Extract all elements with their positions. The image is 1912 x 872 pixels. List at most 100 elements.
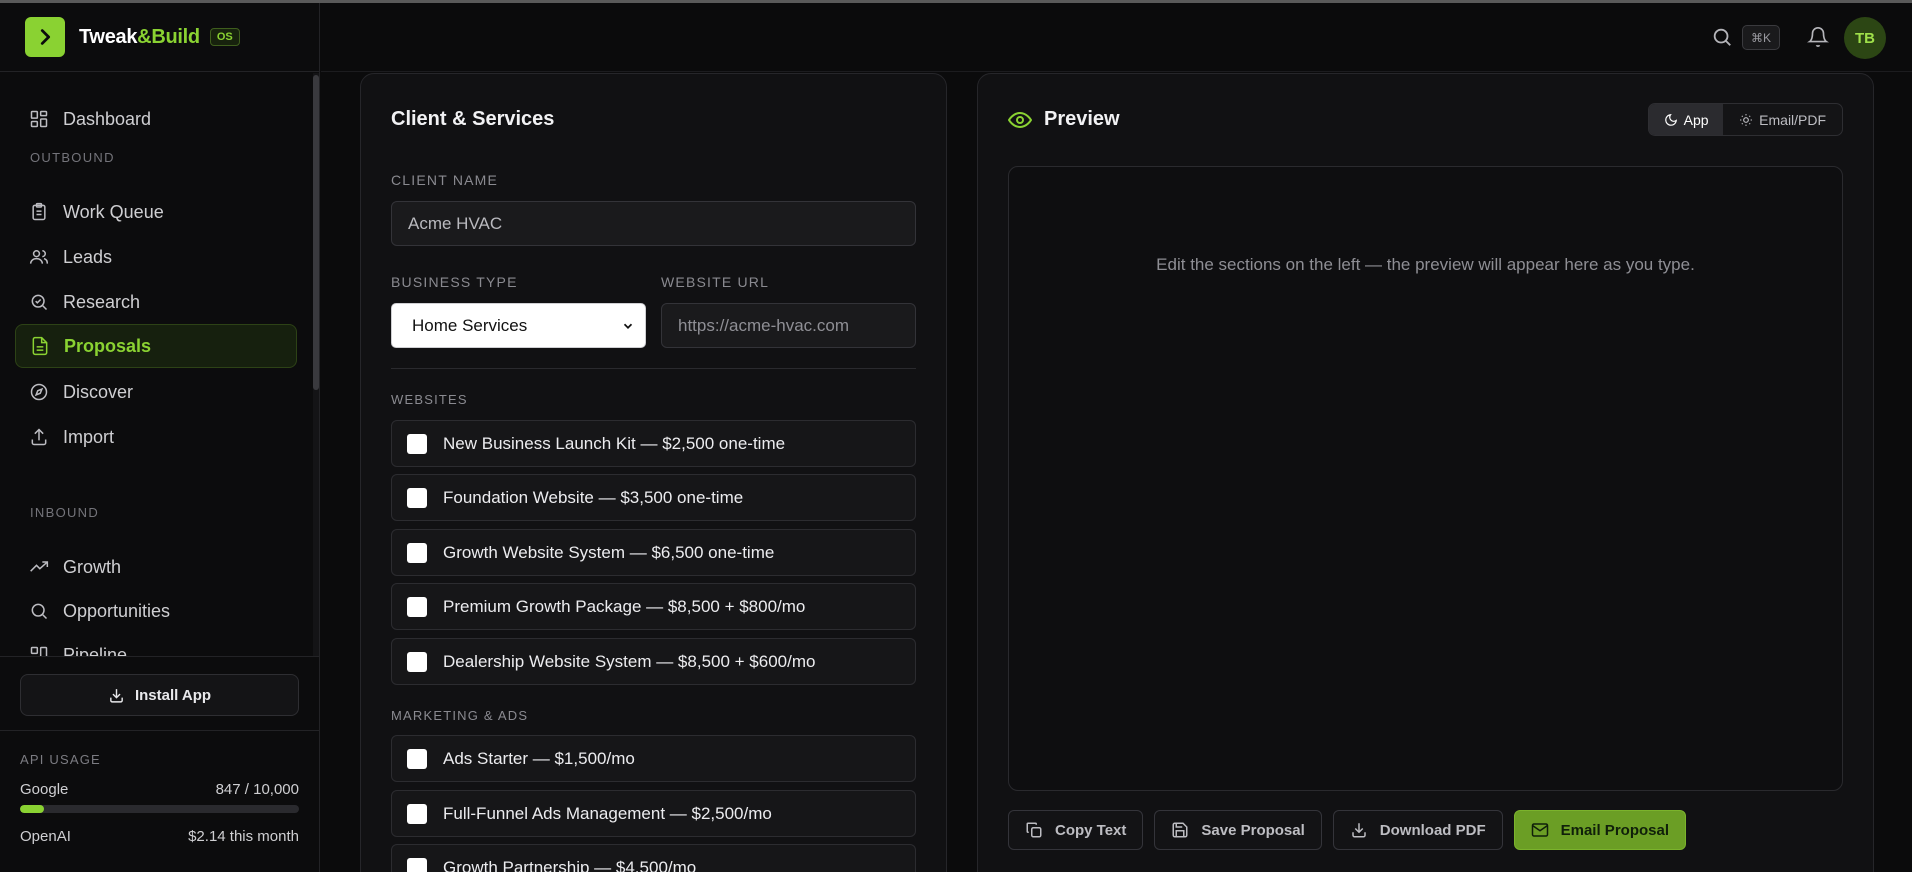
service-option-label: Premium Growth Package — $8,500 + $800/m… bbox=[443, 596, 806, 616]
sidebar-item-discover[interactable]: Discover bbox=[15, 370, 297, 414]
sidebar-item-label: Growth bbox=[63, 556, 122, 577]
service-option[interactable]: Full-Funnel Ads Management — $2,500/mo bbox=[391, 790, 916, 837]
sidebar-item-work-queue[interactable]: Work Queue bbox=[15, 190, 297, 234]
sidebar-item-label: Leads bbox=[63, 246, 113, 267]
service-option[interactable]: Growth Partnership — $4,500/mo bbox=[391, 844, 916, 872]
users-icon bbox=[29, 250, 49, 264]
section-label-inbound: INBOUND bbox=[30, 505, 100, 520]
service-option[interactable]: Ads Starter — $1,500/mo bbox=[391, 735, 916, 782]
service-option[interactable]: Premium Growth Package — $8,500 + $800/m… bbox=[391, 583, 916, 630]
service-option[interactable]: Foundation Website — $3,500 one-time bbox=[391, 474, 916, 521]
divider bbox=[391, 368, 916, 369]
bell-icon[interactable] bbox=[1807, 26, 1829, 48]
sidebar-item-dashboard[interactable]: Dashboard bbox=[15, 97, 297, 141]
top-header: ⌘K TB bbox=[321, 3, 1912, 72]
email-proposal-button[interactable]: Email Proposal bbox=[1513, 810, 1686, 850]
trending-up-icon bbox=[30, 561, 49, 572]
service-option-label: New Business Launch Kit — $2,500 one-tim… bbox=[443, 433, 786, 453]
checkbox[interactable] bbox=[407, 596, 427, 617]
preview-area: Edit the sections on the left — the prev… bbox=[1008, 166, 1843, 791]
sidebar-item-import[interactable]: Import bbox=[15, 415, 297, 459]
preview-panel: Preview App Email/PDF Edit the sections … bbox=[977, 73, 1874, 872]
sidebar-item-proposals[interactable]: Proposals bbox=[15, 324, 297, 368]
copy-text-button[interactable]: Copy Text bbox=[1008, 810, 1144, 850]
preview-empty-message: Edit the sections on the left — the prev… bbox=[1156, 255, 1695, 274]
save-icon bbox=[1172, 822, 1188, 838]
save-proposal-label: Save Proposal bbox=[1201, 821, 1305, 839]
api-openai-label: OpenAI bbox=[20, 828, 71, 845]
sidebar-item-label: Pipeline bbox=[63, 644, 128, 657]
preview-mode-toggle: App Email/PDF bbox=[1648, 103, 1843, 136]
avatar[interactable]: TB bbox=[1844, 17, 1886, 59]
service-option[interactable]: New Business Launch Kit — $2,500 one-tim… bbox=[391, 420, 916, 467]
copy-icon bbox=[1026, 822, 1042, 838]
sidebar-item-opportunities[interactable]: Opportunities bbox=[15, 589, 297, 633]
sidebar-item-label: Import bbox=[63, 426, 115, 447]
checkbox[interactable] bbox=[407, 542, 427, 563]
client-services-panel: Client & Services CLIENT NAME Acme HVAC … bbox=[360, 73, 947, 872]
api-usage-title: API USAGE bbox=[20, 752, 101, 767]
sidebar-item-label: Proposals bbox=[64, 335, 152, 356]
sidebar-scroll-thumb[interactable] bbox=[313, 75, 319, 390]
sidebar-item-label: Opportunities bbox=[63, 600, 171, 621]
checkbox[interactable] bbox=[407, 803, 427, 824]
sidebar-nav: Dashboard OUTBOUND Work Queue Leads Rese… bbox=[0, 73, 312, 656]
client-name-input[interactable]: Acme HVAC bbox=[391, 201, 916, 246]
sidebar: Tweak&Build OS Dashboard OUTBOUND Work Q… bbox=[0, 3, 320, 872]
os-badge: OS bbox=[209, 28, 240, 46]
sidebar-item-label: Dashboard bbox=[63, 108, 152, 129]
checkbox[interactable] bbox=[407, 487, 427, 508]
checkbox[interactable] bbox=[407, 433, 427, 454]
service-option-label: Ads Starter — $1,500/mo bbox=[443, 748, 635, 768]
website-url-input[interactable]: https://acme-hvac.com bbox=[661, 303, 916, 348]
install-app-button[interactable]: Install App bbox=[20, 674, 299, 716]
checkbox[interactable] bbox=[407, 857, 427, 872]
business-type-select[interactable]: Home Services bbox=[391, 303, 646, 348]
search-icon bbox=[31, 603, 48, 620]
api-usage: API USAGE Google 847 / 10,000 OpenAI $2.… bbox=[20, 733, 299, 845]
marketing-section-label: MARKETING & ADS bbox=[391, 708, 529, 723]
sidebar-item-research[interactable]: Research bbox=[15, 280, 297, 324]
download-icon bbox=[1352, 823, 1366, 838]
file-text-icon bbox=[32, 336, 48, 356]
sidebar-item-label: Research bbox=[63, 291, 141, 312]
grid-icon bbox=[30, 110, 48, 128]
mail-icon bbox=[1531, 823, 1548, 837]
install-section: Install App bbox=[0, 656, 320, 731]
api-openai-value: $2.14 this month bbox=[188, 828, 299, 845]
download-pdf-button[interactable]: Download PDF bbox=[1332, 810, 1503, 850]
websites-section-label: WEBSITES bbox=[391, 392, 468, 407]
service-option-label: Growth Partnership — $4,500/mo bbox=[443, 857, 697, 872]
toggle-email-label: Email/PDF bbox=[1759, 111, 1827, 128]
sidebar-item-leads[interactable]: Leads bbox=[15, 235, 297, 279]
checkbox[interactable] bbox=[407, 748, 427, 769]
shortcut-badge: ⌘K bbox=[1742, 25, 1780, 50]
sidebar-item-pipeline[interactable]: Pipeline bbox=[15, 633, 297, 656]
client-name-label: CLIENT NAME bbox=[391, 172, 499, 188]
service-option-label: Dealership Website System — $8,500 + $60… bbox=[443, 651, 816, 671]
checkbox[interactable] bbox=[407, 651, 427, 672]
save-proposal-button[interactable]: Save Proposal bbox=[1154, 810, 1322, 850]
api-google-value: 847 / 10,000 bbox=[215, 781, 299, 798]
toggle-app-label: App bbox=[1683, 111, 1709, 128]
brand[interactable]: Tweak&Build OS bbox=[0, 3, 319, 72]
toggle-email-pdf[interactable]: Email/PDF bbox=[1723, 104, 1842, 135]
sidebar-item-growth[interactable]: Growth bbox=[15, 545, 297, 589]
kanban-icon bbox=[30, 646, 48, 656]
clipboard-icon bbox=[32, 202, 46, 221]
chevron-down-icon bbox=[623, 323, 633, 329]
search-check-icon bbox=[31, 294, 48, 311]
business-type-value: Home Services bbox=[412, 315, 528, 335]
service-option[interactable]: Growth Website System — $6,500 one-time bbox=[391, 529, 916, 576]
moon-icon bbox=[1664, 113, 1677, 126]
service-option[interactable]: Dealership Website System — $8,500 + $60… bbox=[391, 638, 916, 685]
email-proposal-label: Email Proposal bbox=[1560, 821, 1669, 839]
toggle-app[interactable]: App bbox=[1649, 104, 1724, 135]
brand-name: Tweak&Build bbox=[79, 25, 200, 48]
search-icon[interactable] bbox=[1711, 26, 1733, 48]
service-option-label: Growth Website System — $6,500 one-time bbox=[443, 542, 775, 562]
copy-text-label: Copy Text bbox=[1055, 821, 1127, 839]
sidebar-item-label: Work Queue bbox=[63, 201, 164, 222]
website-url-label: WEBSITE URL bbox=[661, 274, 770, 290]
sidebar-item-label: Discover bbox=[63, 381, 134, 402]
